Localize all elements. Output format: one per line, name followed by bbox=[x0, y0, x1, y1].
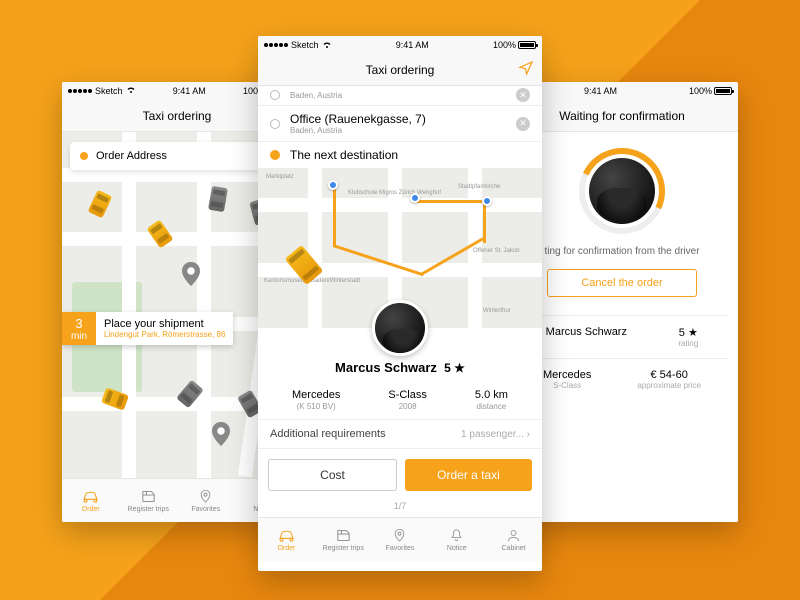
tab-notice[interactable]: Notice bbox=[428, 518, 485, 561]
tab-trips[interactable]: Register trips bbox=[315, 518, 372, 561]
wifi-icon bbox=[322, 41, 332, 49]
address-row-dropoff[interactable]: Office (Rauenekgasse, 7) Baden, Austria … bbox=[258, 106, 542, 142]
cost-button[interactable]: Cost bbox=[268, 459, 397, 491]
next-destination-row[interactable]: The next destination bbox=[258, 142, 542, 168]
bullet-icon bbox=[80, 152, 88, 160]
map-pin bbox=[212, 422, 230, 446]
clear-icon[interactable]: ✕ bbox=[516, 117, 530, 131]
driver-avatar bbox=[372, 300, 428, 356]
stop-circle-icon bbox=[270, 119, 280, 129]
tab-order[interactable]: Order bbox=[258, 518, 315, 561]
driver-card: Marcus Schwarz 5 ★ Mercedes(K 510 BV) S-… bbox=[258, 328, 542, 517]
page-title: Waiting for confirmation bbox=[559, 109, 685, 123]
tab-favorites[interactable]: Favorites bbox=[372, 518, 429, 561]
pager-label: 1/7 bbox=[258, 501, 542, 517]
tab-cabinet[interactable]: Cabinet bbox=[485, 518, 542, 561]
summary-car: Mercedes bbox=[543, 369, 591, 381]
confirm-message: ting for confirmation from the driver bbox=[544, 246, 699, 257]
order-address-card[interactable]: Order Address bbox=[70, 142, 284, 170]
route-pin bbox=[482, 196, 492, 206]
map-pin bbox=[182, 262, 200, 286]
summary-driver: Marcus Schwarz bbox=[546, 326, 627, 338]
order-address-label: Order Address bbox=[96, 150, 167, 162]
phone-center: Sketch 9:41 AM 100% Taxi ordering Baden,… bbox=[258, 36, 542, 571]
chevron-right-icon: › bbox=[527, 429, 530, 440]
summary-rating: 5 ★ bbox=[678, 326, 698, 339]
shipment-title: Place your shipment bbox=[104, 318, 225, 330]
shipment-address: Lindengut Park, Römerstrasse, 86 bbox=[104, 330, 225, 339]
nav-bar: Taxi ordering bbox=[258, 54, 542, 86]
eta-badge: 3min bbox=[62, 312, 96, 345]
battery-icon bbox=[714, 87, 732, 95]
route-pin bbox=[328, 180, 338, 190]
address-row-pickup[interactable]: Baden, Austria ✕ bbox=[258, 86, 542, 106]
send-icon[interactable] bbox=[518, 60, 534, 80]
carrier-label: Sketch bbox=[95, 86, 123, 96]
stop-circle-icon bbox=[270, 90, 280, 100]
driver-avatar bbox=[589, 158, 655, 224]
cancel-order-button[interactable]: Cancel the order bbox=[547, 269, 697, 297]
time-label: 9:41 AM bbox=[173, 86, 206, 96]
summary-price: € 54-60 bbox=[637, 369, 701, 381]
route-pin bbox=[410, 193, 420, 203]
order-taxi-button[interactable]: Order a taxi bbox=[405, 459, 532, 491]
tab-trips[interactable]: Register trips bbox=[120, 479, 178, 522]
page-title: Taxi ordering bbox=[143, 109, 212, 123]
clear-icon[interactable]: ✕ bbox=[516, 88, 530, 102]
battery-icon bbox=[518, 41, 536, 49]
progress-spinner bbox=[579, 148, 665, 234]
tab-order[interactable]: Order bbox=[62, 479, 120, 522]
requirements-row[interactable]: Additional requirements 1 passenger... › bbox=[258, 419, 542, 449]
page-title: Taxi ordering bbox=[366, 63, 435, 77]
tab-bar: Order Register trips Favorites Notice Ca… bbox=[258, 517, 542, 561]
status-bar: Sketch 9:41 AM 100% bbox=[258, 36, 542, 54]
wifi-icon bbox=[126, 86, 136, 96]
shipment-card[interactable]: 3min Place your shipment Lindengut Park,… bbox=[62, 312, 233, 345]
address-list: Baden, Austria ✕ Office (Rauenekgasse, 7… bbox=[258, 86, 542, 168]
tab-favorites[interactable]: Favorites bbox=[177, 479, 235, 522]
driver-name: Marcus Schwarz 5 ★ bbox=[258, 354, 542, 381]
stop-circle-icon bbox=[270, 150, 280, 160]
